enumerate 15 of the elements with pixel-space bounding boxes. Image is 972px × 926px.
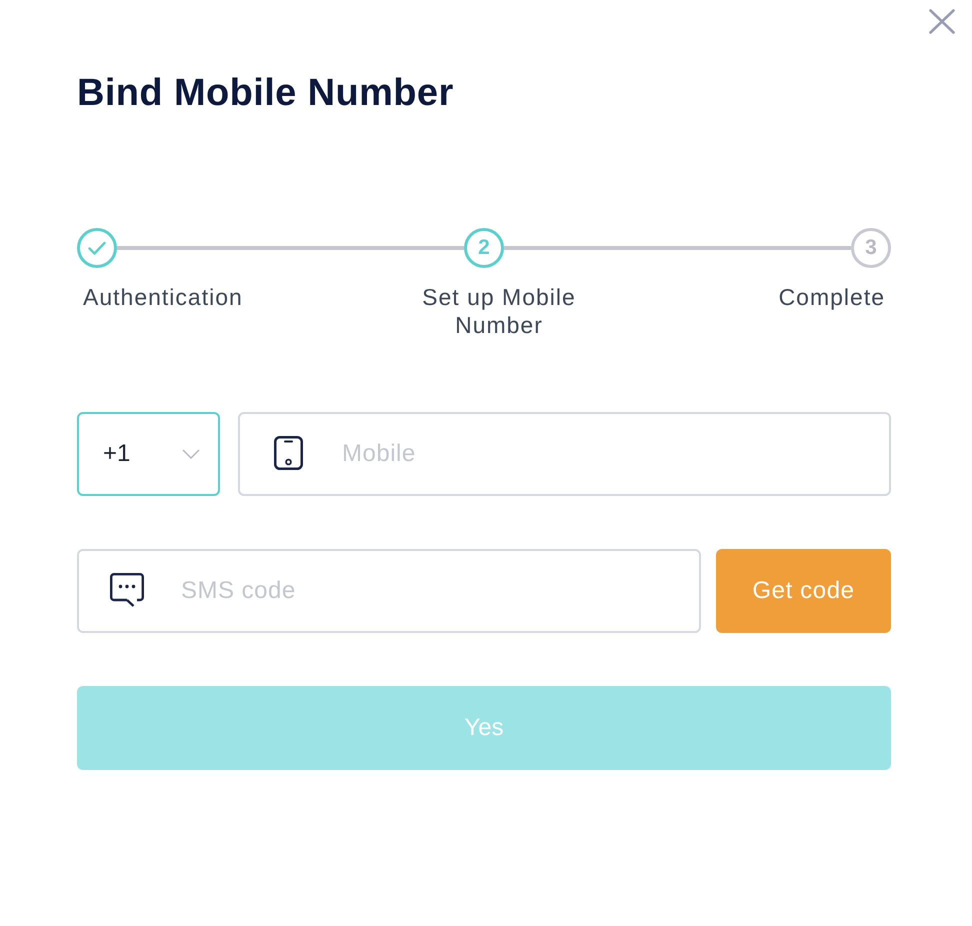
get-code-button[interactable]: Get code — [716, 549, 891, 633]
chat-bubble-icon — [110, 573, 144, 607]
country-code-select[interactable]: +1 — [77, 412, 220, 496]
sms-code-field[interactable]: SMS code — [77, 549, 701, 633]
step-label: Complete — [778, 283, 885, 312]
step-marker: 2 — [464, 228, 504, 268]
phone-icon — [274, 436, 303, 470]
mobile-field[interactable]: Mobile — [238, 412, 891, 496]
close-icon — [929, 9, 955, 34]
close-button[interactable] — [929, 9, 955, 34]
chevron-down-icon — [182, 449, 200, 459]
step-marker: 3 — [851, 228, 891, 268]
step-label: Set up Mobile Number — [421, 283, 577, 339]
dialog-title: Bind Mobile Number — [77, 71, 454, 116]
step-label: Authentication — [83, 283, 243, 312]
